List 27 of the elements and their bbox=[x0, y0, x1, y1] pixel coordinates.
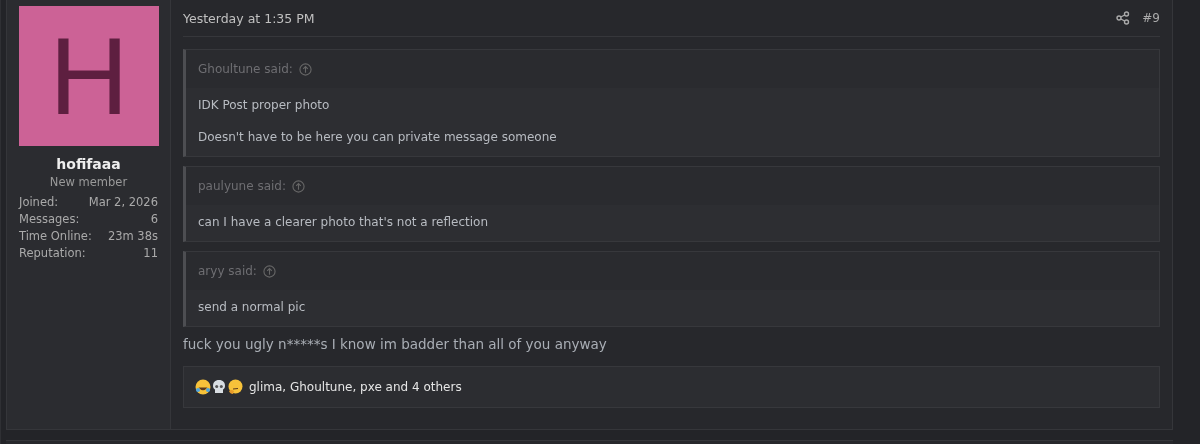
reaction-users-text[interactable]: glima, Ghoultune, pxe and 4 others bbox=[249, 380, 462, 394]
stat-value: 11 bbox=[143, 245, 158, 262]
stat-label: Joined: bbox=[19, 194, 59, 211]
post-number-link[interactable]: #9 bbox=[1142, 11, 1160, 25]
stat-value: Mar 2, 2026 bbox=[88, 194, 158, 211]
quote-text: IDK Post proper photo bbox=[198, 98, 331, 112]
skull-emoji-icon bbox=[211, 379, 227, 395]
stat-value: 6 bbox=[150, 211, 158, 228]
user-title: New member bbox=[48, 175, 129, 189]
user-avatar[interactable]: H bbox=[19, 6, 159, 146]
thinking-emoji-icon bbox=[227, 379, 243, 395]
stat-label: Reputation: bbox=[19, 245, 86, 262]
arrow-up-circle-icon[interactable] bbox=[292, 179, 306, 193]
stat-label: Messages: bbox=[19, 211, 80, 228]
message-text: fuck you ugly n*****s I know im badder than all of you anyway bbox=[183, 336, 608, 352]
post-date-link[interactable]: Yesterday at 1:35 PM bbox=[183, 10, 315, 26]
laughing-emoji-icon bbox=[195, 379, 211, 395]
username-link[interactable]: hofifaaa bbox=[19, 156, 158, 172]
arrow-up-circle-icon[interactable] bbox=[262, 264, 276, 278]
arrow-up-circle-icon[interactable] bbox=[298, 62, 312, 76]
stat-value: 23m 38s bbox=[107, 228, 158, 245]
quote-text: Doesn't have to be here you can private message someone bbox=[198, 130, 558, 144]
stat-label: Time Online: bbox=[19, 228, 92, 245]
quote-text: send a normal pic bbox=[198, 300, 307, 314]
share-icon[interactable] bbox=[1116, 11, 1131, 25]
quote-text: can I have a clearer photo that's not a reflection bbox=[198, 215, 489, 229]
reactions-bar[interactable]: glima, Ghoultune, pxe and 4 others bbox=[183, 366, 1160, 408]
